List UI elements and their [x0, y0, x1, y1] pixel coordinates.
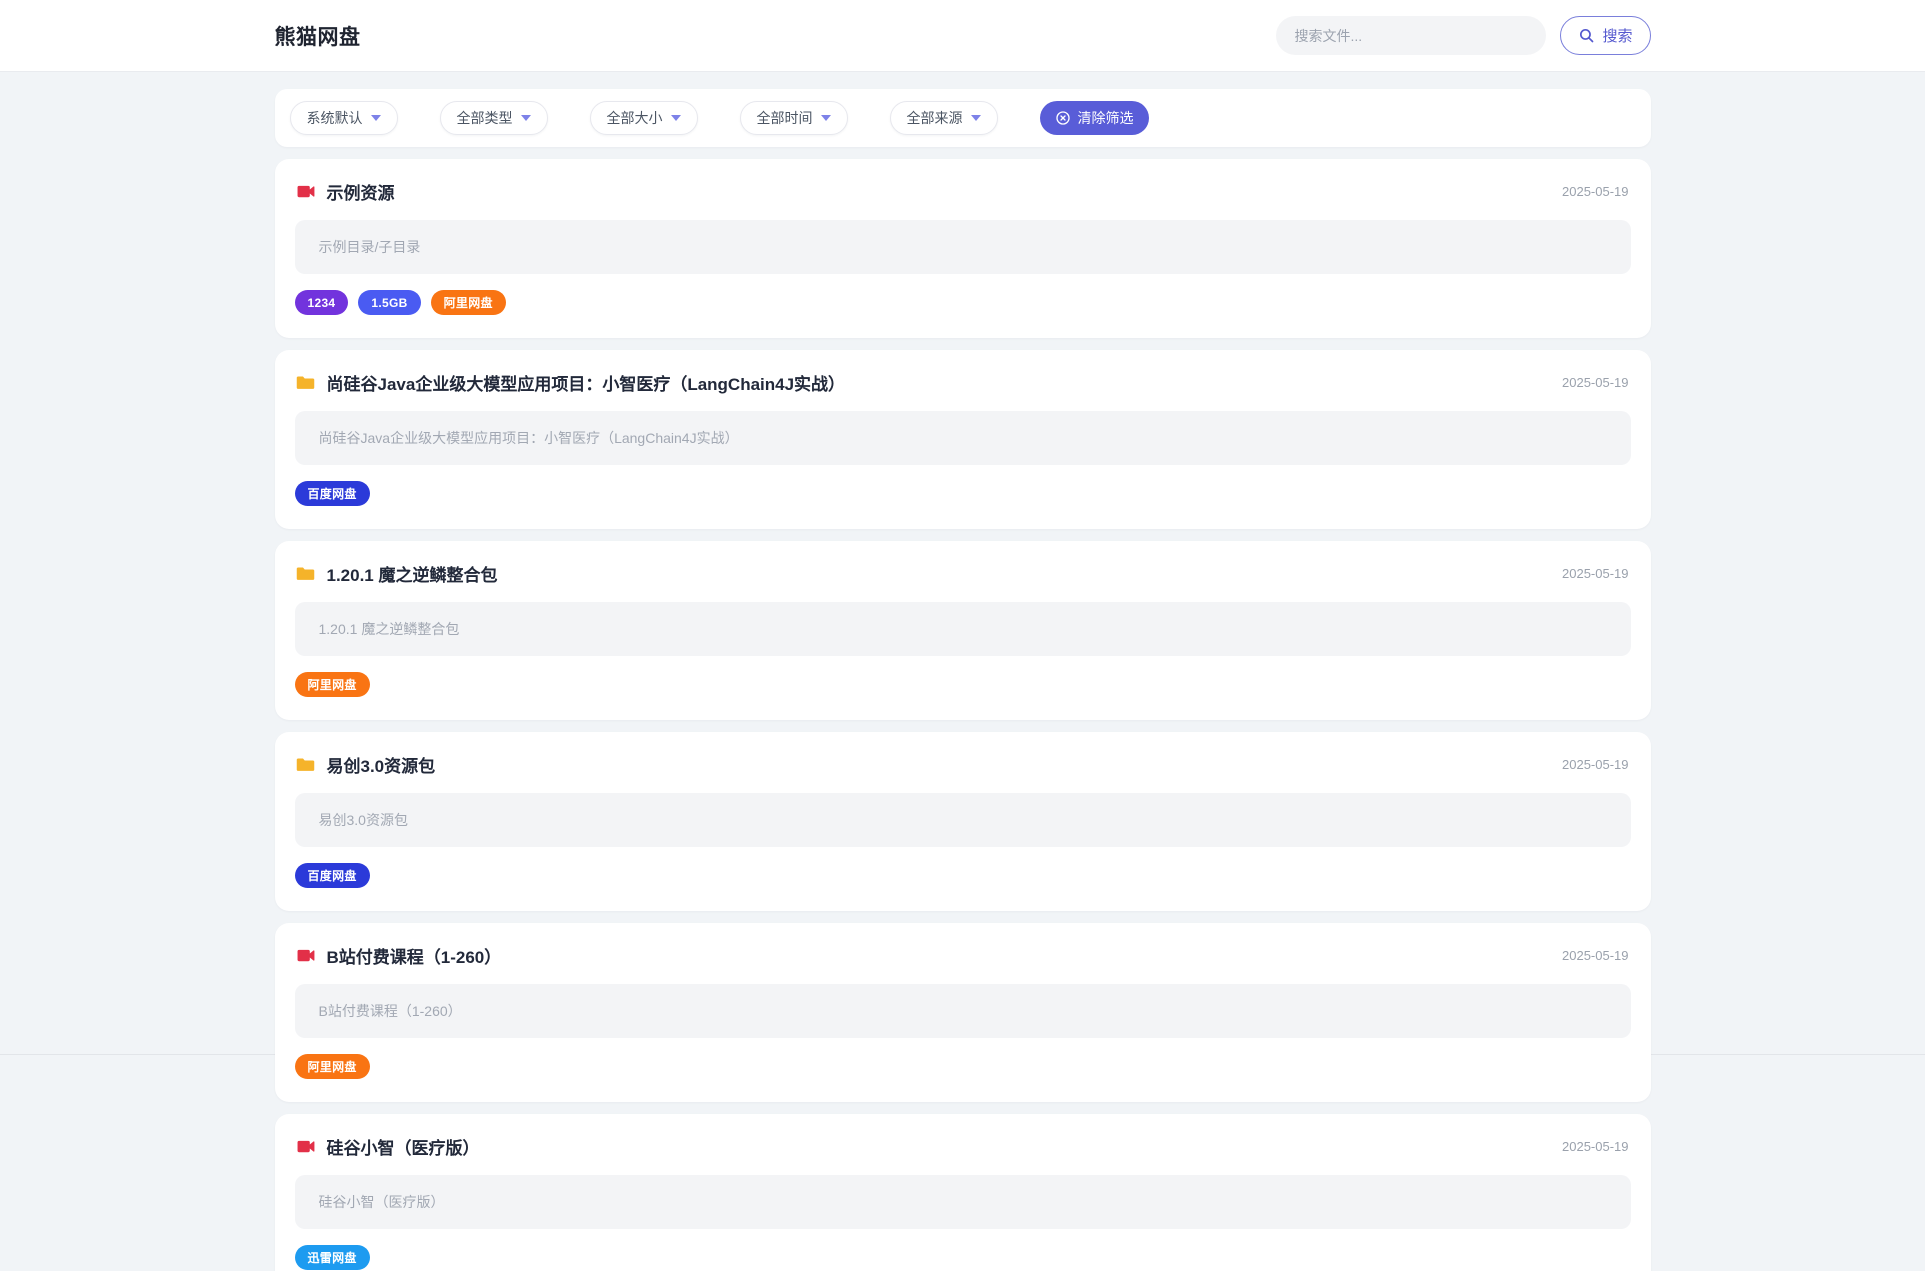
result-description: 尚硅谷Java企业级大模型应用项目：小智医疗（LangChain4J实战）	[294, 411, 1631, 465]
result-card[interactable]: 1.20.1 魔之逆鳞整合包 2025-05-19 1.20.1 魔之逆鳞整合包阿里…	[274, 541, 1651, 720]
folder-icon	[295, 563, 316, 584]
badge-row: 1234 1.5GB 阿里网盘	[294, 290, 1631, 315]
badge-row: 百度网盘	[294, 863, 1631, 888]
result-description: B站付费课程（1-260）	[294, 984, 1631, 1038]
result-date: 2025-05-19	[1562, 566, 1629, 581]
result-description: 易创3.0资源包	[294, 793, 1631, 847]
status-badge: 1.5GB	[358, 290, 421, 315]
result-title[interactable]: 示例资源	[327, 179, 395, 204]
status-badge: 阿里网盘	[294, 672, 370, 697]
result-title[interactable]: 尚硅谷Java企业级大模型应用项目：小智医疗（LangChain4J实战）	[327, 370, 846, 395]
result-title[interactable]: 易创3.0资源包	[327, 752, 436, 777]
result-title[interactable]: 硅谷小智（医疗版）	[327, 1134, 480, 1159]
status-badge: 百度网盘	[294, 481, 370, 506]
site-header: 熊猫网盘 搜索	[0, 0, 1925, 72]
chevron-down-icon	[970, 115, 981, 121]
folder-icon	[295, 754, 316, 775]
site-logo[interactable]: 熊猫网盘	[275, 21, 361, 51]
video-icon	[295, 1136, 316, 1157]
result-description: 硅谷小智（医疗版）	[294, 1175, 1631, 1229]
status-badge: 百度网盘	[294, 863, 370, 888]
main-content: 系统默认 全部类型 全部大小 全部时间 全部来源 清除筛选 示例资源 2025-…	[274, 89, 1651, 1271]
result-card[interactable]: 易创3.0资源包 2025-05-19 易创3.0资源包百度网盘	[274, 732, 1651, 911]
filter-bar: 系统默认 全部类型 全部大小 全部时间 全部来源 清除筛选	[274, 89, 1651, 147]
filter-dropdown-sort-label: 系统默认	[306, 110, 363, 126]
results-list: 示例资源 2025-05-19 示例目录/子目录 1234 1.5GB 阿里网盘 尚硅谷Ja…	[274, 159, 1651, 1271]
result-card-header: 硅谷小智（医疗版） 2025-05-19	[295, 1134, 1631, 1159]
result-card-header: 1.20.1 魔之逆鳞整合包 2025-05-19	[295, 561, 1631, 586]
circle-x-icon	[1055, 110, 1071, 126]
result-card-header: 易创3.0资源包 2025-05-19	[295, 752, 1631, 777]
badge-row: 阿里网盘	[294, 672, 1631, 697]
status-badge: 阿里网盘	[294, 1054, 370, 1079]
video-icon	[295, 945, 316, 966]
clear-filters-button[interactable]: 清除筛选	[1039, 101, 1149, 135]
status-badge: 迅雷网盘	[294, 1245, 370, 1270]
filter-dropdown-type[interactable]: 全部类型	[439, 101, 548, 135]
status-badge: 阿里网盘	[430, 290, 506, 315]
filter-dropdown-time[interactable]: 全部时间	[739, 101, 848, 135]
badge-row: 百度网盘	[294, 481, 1631, 506]
result-card[interactable]: B站付费课程（1-260） 2025-05-19 B站付费课程（1-260） 阿里网盘	[274, 923, 1651, 1102]
search-area: 搜索	[1276, 16, 1651, 55]
chevron-down-icon	[370, 115, 381, 121]
filter-dropdown-type-label: 全部类型	[456, 110, 513, 126]
result-date: 2025-05-19	[1562, 375, 1629, 390]
search-input[interactable]	[1276, 16, 1547, 55]
result-date: 2025-05-19	[1562, 757, 1629, 772]
status-badge: 1234	[294, 290, 349, 315]
result-card[interactable]: 示例资源 2025-05-19 示例目录/子目录 1234 1.5GB 阿里网盘	[274, 159, 1651, 338]
chevron-down-icon	[670, 115, 681, 121]
search-button-label: 搜索	[1602, 28, 1633, 45]
filter-dropdown-time-label: 全部时间	[756, 110, 813, 126]
result-card-header: 示例资源 2025-05-19	[295, 179, 1631, 204]
filter-dropdown-source[interactable]: 全部来源	[889, 101, 998, 135]
filter-dropdown-sort[interactable]: 系统默认	[289, 101, 398, 135]
result-date: 2025-05-19	[1562, 184, 1629, 199]
result-date: 2025-05-19	[1562, 1139, 1629, 1154]
search-icon	[1578, 27, 1595, 44]
chevron-down-icon	[820, 115, 831, 121]
chevron-down-icon	[520, 115, 531, 121]
filter-dropdown-size-label: 全部大小	[606, 110, 663, 126]
result-date: 2025-05-19	[1562, 948, 1629, 963]
folder-icon	[295, 372, 316, 393]
filter-dropdown-source-label: 全部来源	[906, 110, 963, 126]
result-title[interactable]: 1.20.1 魔之逆鳞整合包	[327, 561, 498, 586]
badge-row: 阿里网盘	[294, 1054, 1631, 1079]
clear-filters-label: 清除筛选	[1077, 110, 1134, 126]
result-card[interactable]: 尚硅谷Java企业级大模型应用项目：小智医疗（LangChain4J实战） 202…	[274, 350, 1651, 529]
result-description: 1.20.1 魔之逆鳞整合包	[294, 602, 1631, 656]
result-description: 示例目录/子目录	[294, 220, 1631, 274]
badge-row: 迅雷网盘	[294, 1245, 1631, 1270]
search-button[interactable]: 搜索	[1560, 16, 1651, 55]
result-card-header: B站付费课程（1-260） 2025-05-19	[295, 943, 1631, 968]
result-card-header: 尚硅谷Java企业级大模型应用项目：小智医疗（LangChain4J实战） 202…	[295, 370, 1631, 395]
filter-dropdown-size[interactable]: 全部大小	[589, 101, 698, 135]
video-icon	[295, 181, 316, 202]
result-title[interactable]: B站付费课程（1-260）	[327, 943, 502, 968]
result-card[interactable]: 硅谷小智（医疗版） 2025-05-19 硅谷小智（医疗版） 迅雷网盘	[274, 1114, 1651, 1271]
